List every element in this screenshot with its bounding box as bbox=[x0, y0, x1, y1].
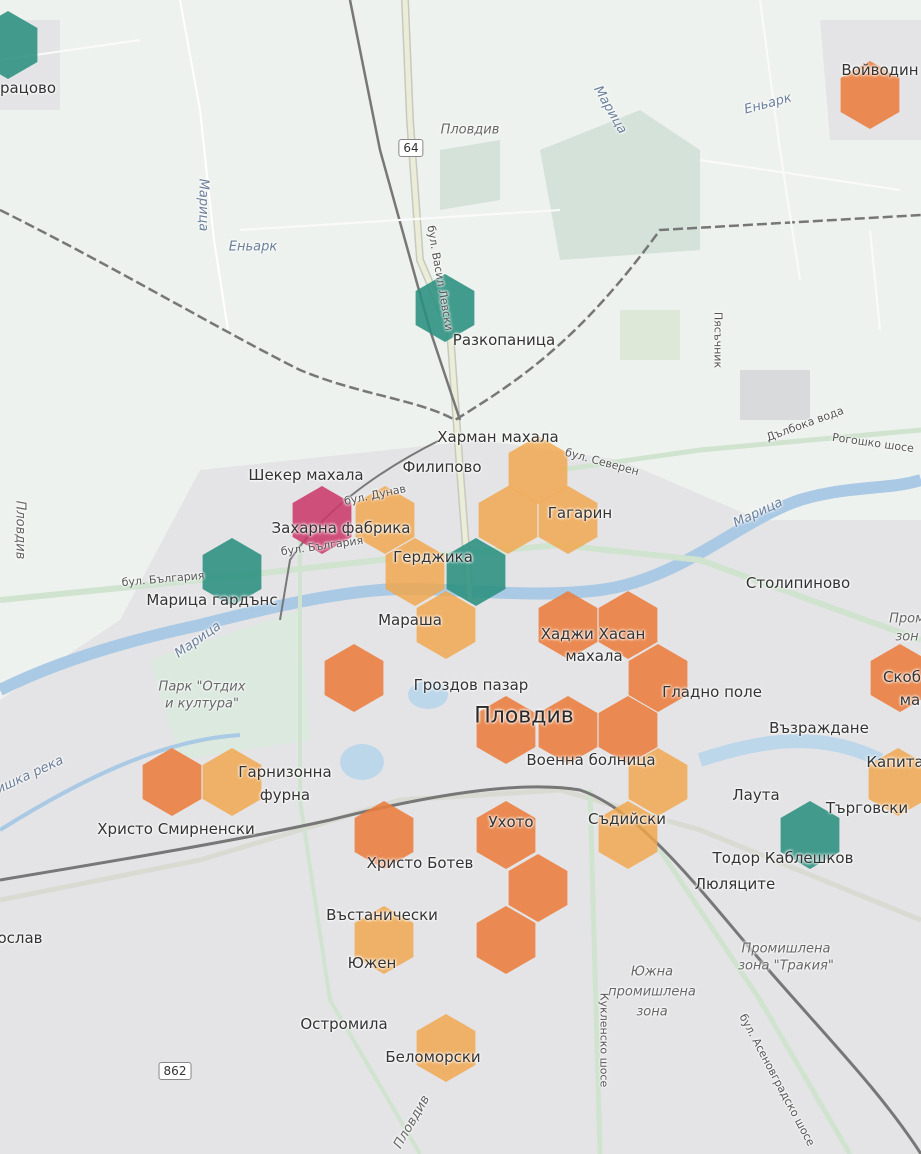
hexbin-teal[interactable] bbox=[202, 538, 262, 606]
hexbin-teal[interactable] bbox=[0, 11, 38, 79]
hexbin-orange[interactable] bbox=[354, 801, 414, 869]
road-shield-862: 862 bbox=[158, 1062, 192, 1080]
hexbin-light-orange[interactable] bbox=[416, 1014, 476, 1082]
road-shield-64: 64 bbox=[398, 139, 424, 157]
hexbin-light-orange[interactable] bbox=[416, 591, 476, 659]
hexbin-orange[interactable] bbox=[324, 644, 384, 712]
map-canvas[interactable]: 64 862 Войводин рацово Пловдив Марица Ма… bbox=[0, 0, 921, 1154]
hexbin-orange[interactable] bbox=[870, 644, 921, 712]
hexbin-light-orange[interactable] bbox=[202, 748, 262, 816]
hexbin-magenta[interactable] bbox=[292, 486, 352, 554]
hexbin-light-orange[interactable] bbox=[354, 906, 414, 974]
hexbin-orange[interactable] bbox=[142, 748, 202, 816]
hexbin-orange[interactable] bbox=[476, 696, 536, 764]
hexbin-teal[interactable] bbox=[780, 801, 840, 869]
hexbin-orange[interactable] bbox=[538, 696, 598, 764]
hexbin-light-orange[interactable] bbox=[598, 801, 658, 869]
hexbin-light-orange[interactable] bbox=[868, 748, 921, 816]
hexbin-orange[interactable] bbox=[598, 591, 658, 659]
hexbin-orange[interactable] bbox=[538, 591, 598, 659]
hexbin-orange[interactable] bbox=[840, 61, 900, 129]
hexbin-layer bbox=[0, 11, 921, 1082]
hexbin-orange[interactable] bbox=[508, 854, 568, 922]
hexbin-orange[interactable] bbox=[476, 906, 536, 974]
hexbin-teal[interactable] bbox=[415, 274, 475, 342]
hexbin-orange[interactable] bbox=[476, 801, 536, 869]
hexbin-teal[interactable] bbox=[446, 538, 506, 606]
